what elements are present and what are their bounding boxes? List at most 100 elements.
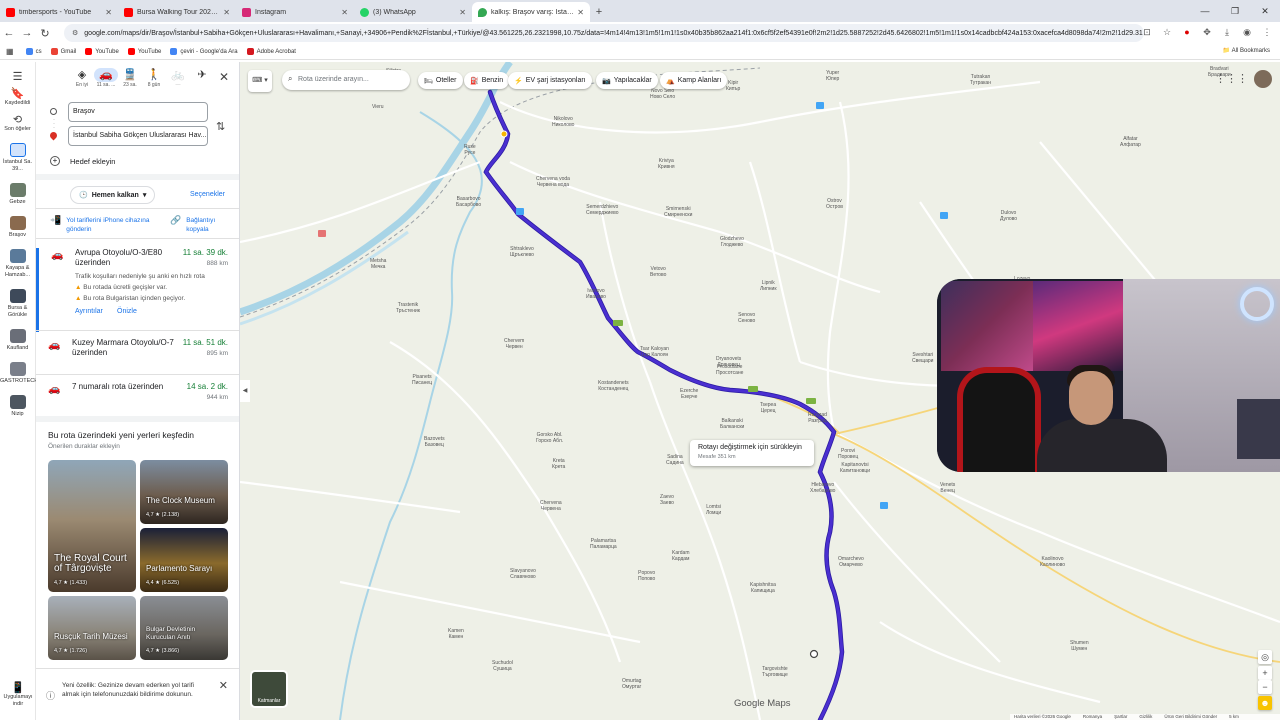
apps-grid-icon[interactable]: ▦ bbox=[6, 47, 14, 56]
download-icon[interactable]: ⤓ bbox=[1220, 25, 1234, 39]
map-place-label[interactable]: Bazovets Базовец bbox=[424, 436, 445, 448]
map-place-label[interactable]: Dryanovets Дряновец bbox=[716, 356, 741, 368]
map-place-label[interactable]: Trastenik Тръстеник bbox=[396, 302, 420, 314]
origin-input[interactable]: Braşov bbox=[68, 102, 208, 122]
map-place-label[interactable]: Chervena voda Червена вода bbox=[536, 176, 570, 188]
avatar[interactable] bbox=[1254, 70, 1272, 88]
bookmark-cs[interactable]: cs bbox=[25, 48, 42, 55]
map-place-label[interactable]: Gorsko Abl. Горско Абл. bbox=[536, 432, 563, 444]
map-place-label[interactable]: Sveshtari Свещари bbox=[912, 352, 933, 364]
map-place-label[interactable]: Razgrad Разград bbox=[808, 412, 827, 424]
place-card-royal-court[interactable]: The Royal Court of Târgoviște 4,7 ★ (1.4… bbox=[48, 460, 136, 592]
map-place-label[interactable]: Vetovo Ветово bbox=[650, 266, 666, 278]
new-tab-button[interactable]: + bbox=[590, 2, 608, 22]
map-place-label[interactable]: Yuper Юпер bbox=[826, 70, 839, 82]
all-bookmarks[interactable]: 📁 All Bookmarks bbox=[1223, 47, 1270, 54]
map-place-label[interactable]: Porovi Поровец bbox=[838, 448, 858, 460]
map-place-label[interactable]: Palamartsa Паламарца bbox=[590, 538, 617, 550]
rail-item-gebze[interactable]: Gebze bbox=[0, 183, 35, 206]
extension-icon[interactable]: ● bbox=[1180, 25, 1194, 39]
map-place-label[interactable]: Omurtag Омуртаг bbox=[622, 678, 641, 690]
map-place-label[interactable]: Glodzhevo Глоджево bbox=[720, 236, 744, 248]
leave-now-dropdown[interactable]: 🕒 Hemen kalkan ▾ bbox=[70, 186, 156, 204]
tab-instagram[interactable]: Instagram ✕ bbox=[236, 2, 354, 22]
chip-hotels[interactable]: 🛏 Oteller bbox=[418, 72, 463, 89]
map-place-label[interactable]: Kipir Кипър bbox=[726, 80, 740, 92]
map-place-label[interactable]: Kamen Камен bbox=[448, 628, 464, 640]
site-info-icon[interactable]: ⚙ bbox=[72, 29, 78, 37]
maximize-icon[interactable]: ❐ bbox=[1220, 6, 1250, 17]
copy-link-button[interactable]: 🔗 Bağlantıyı kopyala bbox=[170, 216, 234, 234]
close-tab-icon[interactable]: ✕ bbox=[459, 8, 466, 17]
place-card-parliament[interactable]: Parlamento Sarayı 4,4 ★ (6.525) bbox=[140, 528, 228, 592]
send-to-phone-button[interactable]: 📲 Yol tariflerini iPhone cihazına gönderi… bbox=[50, 216, 150, 234]
mode-driving[interactable]: 🚗 11 sa. ... bbox=[94, 68, 118, 88]
options-button[interactable]: Seçenekler bbox=[190, 191, 225, 198]
map-place-label[interactable]: Kapitanovtsi Капитановци bbox=[840, 462, 870, 474]
map-place-label[interactable]: Lipnik Липник bbox=[760, 280, 777, 292]
map-place-label[interactable]: Kostandenets Костанденец bbox=[598, 380, 629, 392]
bookmark-youtube-2[interactable]: YouTube bbox=[127, 48, 161, 55]
map-place-label[interactable]: Nikolovo Николово bbox=[552, 116, 574, 128]
map-place-label[interactable]: Ruse Русе bbox=[464, 144, 476, 156]
close-tab-icon[interactable]: ✕ bbox=[223, 8, 230, 17]
route-search-input[interactable]: ⌕ Rota üzerinde arayın... bbox=[282, 70, 410, 90]
rail-item-bursa[interactable]: Bursa & Görükle bbox=[0, 289, 35, 319]
map-place-label[interactable]: Targovishte Търговище bbox=[762, 666, 788, 678]
tab-bursa-walking[interactable]: Bursa Walking Tour 2026 UHD ✕ bbox=[118, 2, 236, 22]
tab-whatsapp[interactable]: (3) WhatsApp ✕ bbox=[354, 2, 472, 22]
chip-ev[interactable]: ⚡ EV şarj istasyonları bbox=[508, 72, 592, 89]
map-place-label[interactable]: Tsepea Церец bbox=[760, 402, 776, 414]
map-place-label[interactable]: Alfatar Алфатар bbox=[1120, 136, 1141, 148]
rail-item-istanbul[interactable]: İstanbul Sa. 39... bbox=[0, 143, 35, 173]
zoom-in-button[interactable]: + bbox=[1258, 666, 1272, 680]
close-banner-icon[interactable]: ✕ bbox=[219, 679, 228, 692]
map-place-label[interactable]: Ivanovo Иваново bbox=[586, 288, 606, 300]
rail-recent[interactable]: ⟲ Son öğeler bbox=[0, 115, 35, 133]
route-option-3[interactable]: 🚗 7 numaralı rota üzerinden 14 sa. 2 dk.… bbox=[36, 382, 239, 418]
reload-icon[interactable]: ↻ bbox=[36, 27, 54, 40]
map-place-label[interactable]: Dulovo Дулово bbox=[1000, 210, 1017, 222]
map-place-label[interactable]: Basarbovo Басарбово bbox=[456, 196, 481, 208]
rail-saved[interactable]: 🔖 Kaydedildi bbox=[0, 89, 35, 107]
rail-item-gastrotech[interactable]: GASTROTECH... bbox=[0, 362, 43, 385]
map-place-label[interactable]: Vieru bbox=[372, 104, 384, 110]
map-place-label[interactable]: Tutrakan Тутракан bbox=[970, 74, 991, 86]
place-card-ruse-museum[interactable]: Rusçuk Tarih Müzesi 4,7 ★ (1.726) bbox=[48, 596, 136, 660]
map-place-label[interactable]: Ostrov Остров bbox=[826, 198, 843, 210]
privacy-link[interactable]: Gizlilik bbox=[1139, 714, 1152, 720]
close-tab-icon[interactable]: ✕ bbox=[341, 8, 348, 17]
pegman-icon[interactable]: ☻ bbox=[1258, 696, 1272, 710]
bookmark-gmail[interactable]: Gmail bbox=[50, 48, 76, 55]
map-place-label[interactable]: Hlebarovo Хлебарово bbox=[810, 482, 835, 494]
map-place-label[interactable]: Venets Венец bbox=[940, 482, 955, 494]
collapse-panel-button[interactable]: ◀ bbox=[240, 380, 250, 402]
back-icon[interactable]: ← bbox=[0, 27, 18, 39]
menu-button[interactable]: ☰ bbox=[0, 72, 35, 83]
map-place-label[interactable]: Metsha Мечка bbox=[370, 258, 386, 270]
details-button[interactable]: Ayrıntılar bbox=[75, 308, 103, 315]
map-place-label[interactable]: Shumen Шумен bbox=[1070, 640, 1089, 652]
map-place-label[interactable]: Kaolinovo Каолиново bbox=[1040, 556, 1065, 568]
rail-item-brasov[interactable]: Braşov bbox=[0, 216, 35, 239]
rail-item-kayapa[interactable]: Kayapa & Hamzab... bbox=[0, 249, 35, 279]
chip-camping[interactable]: ⛺ Kamp Alanları bbox=[660, 72, 728, 89]
google-apps-icon[interactable]: ⋮⋮⋮ bbox=[1215, 72, 1248, 85]
mode-cycling[interactable]: 🚲 — bbox=[166, 68, 190, 88]
map-place-label[interactable]: Ezerche Езерче bbox=[680, 388, 698, 400]
mode-walking[interactable]: 🚶 8 gün bbox=[142, 68, 166, 88]
bookmark-ceviri[interactable]: çeviri - Google'da Ara bbox=[170, 48, 238, 55]
rail-item-kaufland[interactable]: Kaufland bbox=[0, 329, 35, 352]
map-place-label[interactable]: Tsar Kaloyan Цар Калоян bbox=[640, 346, 669, 358]
mode-flight[interactable]: ✈ bbox=[190, 68, 214, 82]
close-directions-icon[interactable]: ✕ bbox=[219, 70, 229, 84]
keyboard-icon[interactable]: ⌨ ▾ bbox=[248, 70, 272, 92]
zoom-out-button[interactable]: − bbox=[1258, 680, 1272, 694]
close-tab-icon[interactable]: ✕ bbox=[105, 8, 112, 17]
map-place-label[interactable]: Kardam Кардам bbox=[672, 550, 690, 562]
bookmark-star-icon[interactable]: ☆ bbox=[1160, 25, 1174, 39]
feedback-link[interactable]: Ürün Geri Bildirimi Gönder bbox=[1164, 714, 1217, 720]
map-place-label[interactable]: Semerdzhievo Семерджиево bbox=[586, 204, 619, 216]
preview-button[interactable]: Önizle bbox=[117, 308, 137, 315]
terms-link[interactable]: Şartlar bbox=[1114, 714, 1127, 720]
